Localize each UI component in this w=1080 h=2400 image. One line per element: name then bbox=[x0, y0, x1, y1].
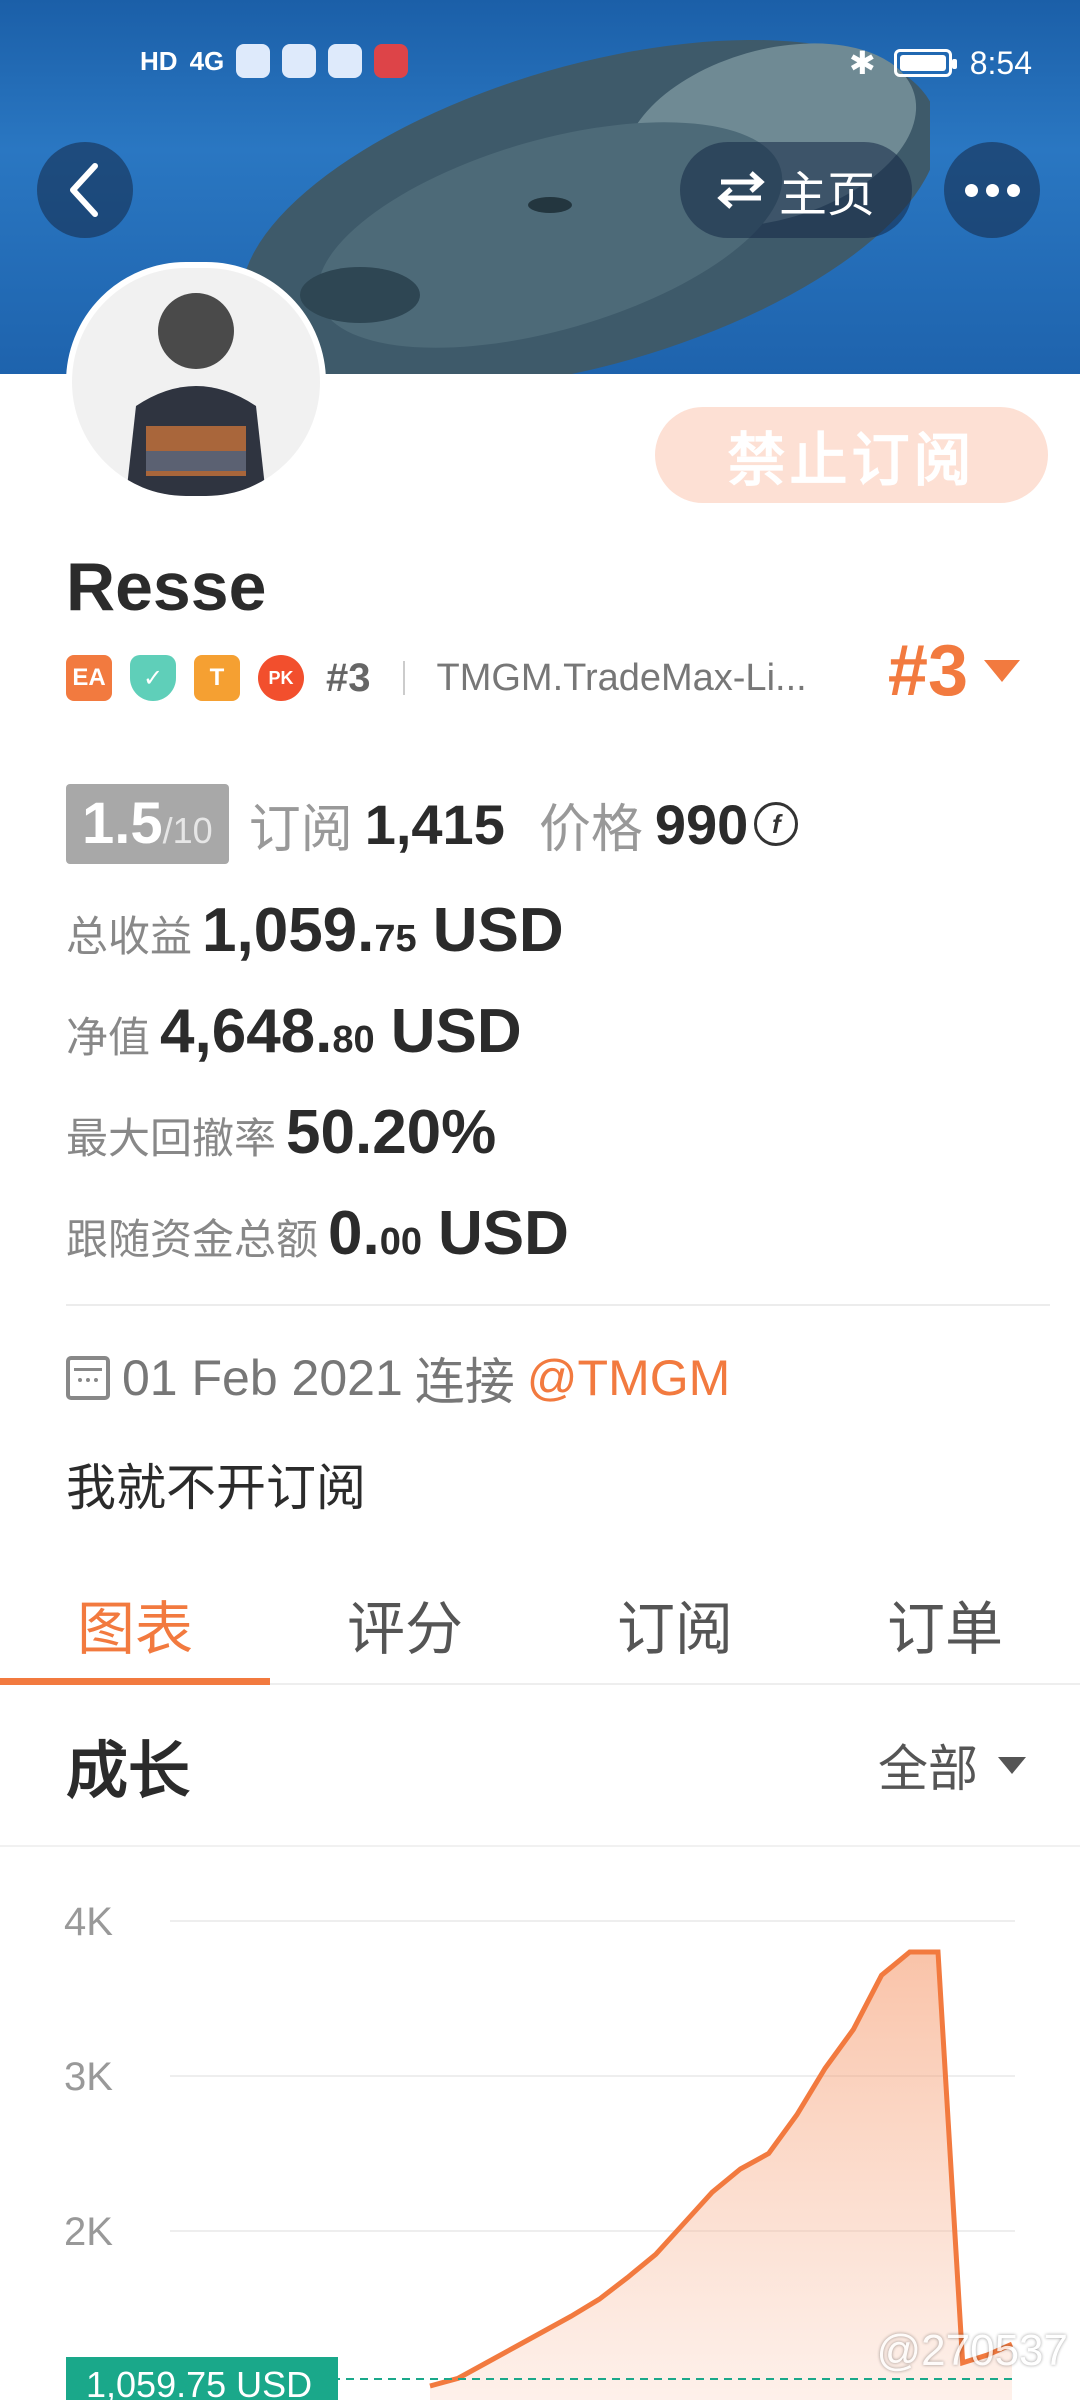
tab-orders[interactable]: 订单 bbox=[810, 1565, 1080, 1683]
ea-badge-icon[interactable]: EA bbox=[66, 655, 112, 701]
t-badge-icon[interactable]: T bbox=[194, 655, 240, 701]
drawdown-label: 最大回撤率 bbox=[66, 1115, 277, 1162]
drawdown-value: 50.20% bbox=[286, 1098, 497, 1167]
status-bar: HD 4G ✱ 8:54 bbox=[0, 0, 1080, 120]
verified-shield-icon[interactable]: ✓ bbox=[130, 655, 176, 701]
follow-funds-unit: USD bbox=[438, 1199, 569, 1268]
drawdown-row: 最大回撤率 50.20% bbox=[66, 1097, 496, 1168]
app-notification-icon bbox=[374, 44, 409, 78]
price-label: 价格 bbox=[538, 800, 643, 859]
y-tick-label: 3K bbox=[64, 2055, 113, 2099]
app-notification-icon bbox=[236, 44, 271, 78]
total-profit-row: 总收益 1,059. 75 USD bbox=[66, 895, 564, 966]
total-profit-int: 1,059. bbox=[202, 896, 375, 965]
username: Resse bbox=[66, 549, 267, 625]
score-value: 1.5 bbox=[82, 791, 163, 856]
price-value: 990 bbox=[654, 792, 749, 856]
divider bbox=[0, 1845, 1080, 1847]
app-notification-icon bbox=[328, 44, 363, 78]
rank-dropdown[interactable]: #3 bbox=[888, 630, 1020, 712]
battery-icon bbox=[893, 49, 957, 77]
range-filter-dropdown[interactable]: 全部 bbox=[878, 1729, 1026, 1801]
rank-small: #3 bbox=[326, 655, 371, 700]
app-notification-icon bbox=[282, 44, 317, 78]
back-button[interactable] bbox=[37, 142, 133, 238]
chevron-left-icon bbox=[70, 163, 98, 217]
clock: 8:54 bbox=[969, 44, 1032, 81]
tab-subscription[interactable]: 订阅 bbox=[540, 1565, 810, 1683]
score-max: /10 bbox=[162, 810, 213, 851]
rating-row: 1.5 /10 订阅 1,415 价格 990 f bbox=[66, 784, 799, 864]
caret-down-icon bbox=[998, 1756, 1026, 1774]
hd-indicator: HD bbox=[140, 45, 178, 76]
equity-row: 净值 4,648. 80 USD bbox=[66, 996, 522, 1067]
tab-rating[interactable]: 评分 bbox=[270, 1565, 540, 1683]
broker-name[interactable]: TMGM.TradeMax-Li... bbox=[437, 657, 807, 700]
bluetooth-icon: ✱ bbox=[848, 45, 876, 81]
section-title: 成长 bbox=[66, 1737, 191, 1806]
more-icon bbox=[964, 183, 978, 197]
tab-bar: 图表 评分 订阅 订单 bbox=[0, 1565, 1080, 1685]
broker-link[interactable]: @TMGM bbox=[527, 1349, 731, 1407]
follow-funds-int: 0. bbox=[328, 1199, 380, 1268]
follow-funds-row: 跟随资金总额 0. 00 USD bbox=[66, 1198, 569, 1269]
equity-dec: 80 bbox=[332, 1019, 375, 1061]
follow-funds-label: 跟随资金总额 bbox=[66, 1216, 319, 1263]
range-filter-label: 全部 bbox=[878, 1741, 978, 1797]
calendar-icon bbox=[66, 1356, 110, 1400]
coin-icon: f bbox=[754, 802, 799, 846]
more-icon-dot bbox=[985, 183, 999, 197]
divider bbox=[66, 1304, 1050, 1306]
tab-chart[interactable]: 图表 bbox=[0, 1565, 270, 1685]
subscribe-count: 1,415 bbox=[364, 792, 505, 856]
separator bbox=[402, 661, 405, 695]
badge-row: EA ✓ T PK #3 TMGM.TradeMax-Li... bbox=[66, 648, 807, 708]
y-tick-label: 4K bbox=[64, 1900, 113, 1944]
follow-funds-dec: 00 bbox=[379, 1221, 423, 1263]
avatar[interactable] bbox=[66, 262, 326, 502]
more-icon-dot bbox=[1006, 183, 1020, 197]
total-profit-dec: 75 bbox=[374, 918, 417, 960]
connect-text: 连接 bbox=[414, 1354, 515, 1410]
caret-down-icon bbox=[984, 660, 1020, 682]
home-label: 主页 bbox=[778, 169, 875, 222]
avatar-image bbox=[126, 293, 266, 496]
score-badge: 1.5 /10 bbox=[66, 784, 229, 864]
swap-icon bbox=[717, 171, 765, 209]
bio-text: 我就不开订阅 bbox=[66, 1460, 366, 1516]
connect-date: 01 Feb 2021 bbox=[122, 1350, 403, 1406]
current-value-label: 1,059.75 USD bbox=[86, 2364, 312, 2400]
total-profit-label: 总收益 bbox=[66, 913, 193, 960]
growth-chart[interactable]: 4K 3K 2K 1,059.75 USD bbox=[0, 1870, 1080, 2400]
subscribe-label: 订阅 bbox=[248, 800, 353, 859]
growth-section-header: 成长 全部 bbox=[66, 1720, 1026, 1810]
y-tick-label: 2K bbox=[64, 2210, 113, 2254]
more-options-button[interactable] bbox=[944, 142, 1040, 238]
connect-info: 01 Feb 2021 连接 @TMGM bbox=[66, 1342, 730, 1414]
home-button[interactable]: 主页 bbox=[680, 142, 912, 238]
equity-int: 4,648. bbox=[160, 997, 333, 1066]
equity-unit: USD bbox=[390, 997, 522, 1066]
network-indicator: 4G bbox=[189, 45, 225, 76]
disable-subscription-button[interactable]: 禁止订阅 bbox=[655, 407, 1048, 503]
pk-fire-badge-icon[interactable]: PK bbox=[258, 655, 304, 701]
total-profit-unit: USD bbox=[432, 896, 564, 965]
equity-label: 净值 bbox=[66, 1014, 151, 1061]
watermark: @270537 bbox=[876, 2326, 1069, 2375]
rank-big: #3 bbox=[887, 631, 968, 711]
